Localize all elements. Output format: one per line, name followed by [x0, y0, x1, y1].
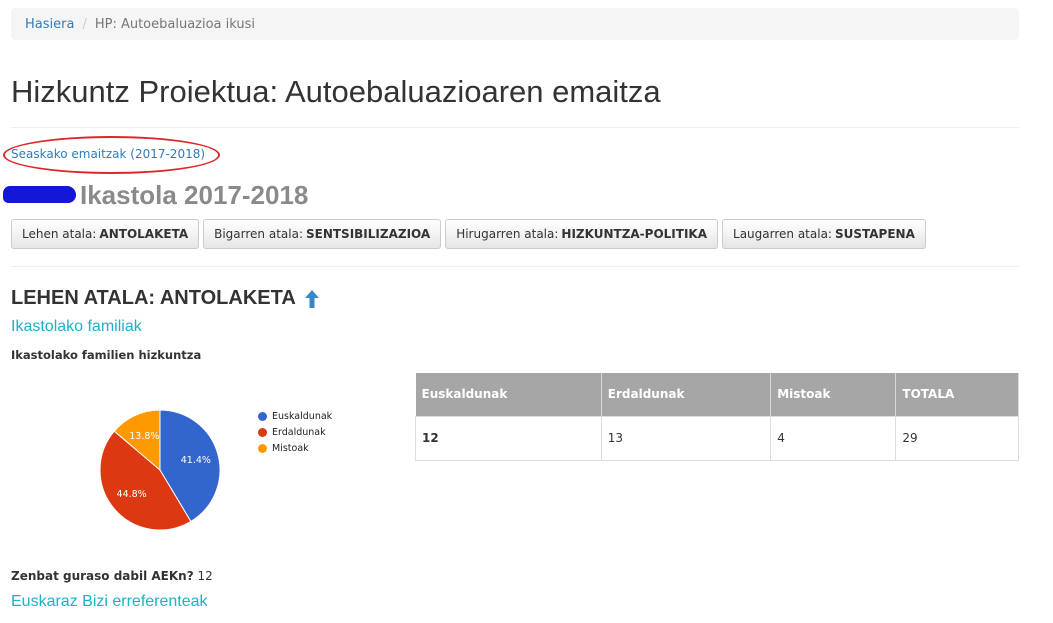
section-heading-text: LEHEN ATALA: ANTOLAKETA	[11, 287, 296, 309]
highlight-ellipse	[3, 136, 220, 174]
section-button-group: Lehen atala: ANTOLAKETA Bigarren atala: SE…	[11, 219, 926, 249]
families-link[interactable]: Ikastolako familiak	[11, 318, 142, 336]
legend-label: Euskaldunak	[272, 410, 333, 422]
pie-chart: 41.4% 44.8% 13.8%	[90, 400, 230, 540]
table-cell: 29	[895, 415, 1019, 461]
legend-item: Erdaldunak	[258, 424, 332, 440]
redacted-name	[3, 186, 76, 203]
legend-label: Erdaldunak	[272, 426, 326, 438]
question-label: Zenbat guraso dabil AEKn?	[11, 569, 194, 583]
section-heading: LEHEN ATALA: ANTOLAKETA	[11, 287, 320, 310]
legend-dot	[258, 443, 267, 453]
section-button-name: SUSTAPENA	[834, 227, 915, 241]
table-header: Euskaldunak	[415, 373, 602, 416]
divider	[11, 127, 1019, 128]
pie-slice-label: 44.8%	[117, 489, 147, 500]
legend-item: Euskaldunak	[258, 408, 332, 424]
families-table: Euskaldunak Erdaldunak Mistoak TOTALA 12…	[415, 373, 1019, 461]
legend-dot	[258, 427, 267, 437]
table-header: Erdaldunak	[601, 373, 772, 416]
section-button-prefix: Laugarren atala:	[733, 227, 832, 241]
chart-legend: Euskaldunak Erdaldunak Mistoak	[258, 408, 332, 456]
parents-question: Zenbat guraso dabil AEKn? 12	[11, 569, 213, 583]
breadcrumb-home-link[interactable]: Hasiera	[25, 17, 74, 32]
page-title: Hizkuntz Proiektua: Autoebaluazioaren em…	[11, 74, 661, 109]
breadcrumb-current: HP: Autoebaluazioa ikusi	[94, 16, 256, 32]
breadcrumb-separator: /	[82, 16, 87, 32]
table-header: Mistoak	[770, 373, 897, 416]
chart-title: Ikastolako familien hizkuntza	[11, 348, 202, 362]
section-button-prefix: Bigarren atala:	[214, 227, 303, 241]
question-value: 12	[197, 569, 213, 583]
section-button-2[interactable]: Bigarren atala: SENTSIBILIZAZIOA	[203, 219, 442, 249]
section-button-prefix: Hirugarren atala:	[456, 227, 559, 241]
breadcrumb: Hasiera / HP: Autoebaluazioa ikusi	[11, 8, 1019, 40]
section-button-1[interactable]: Lehen atala: ANTOLAKETA	[11, 219, 200, 249]
pie-chart-svg: 41.4% 44.8% 13.8%	[99, 409, 221, 531]
euskaraz-bizi-link[interactable]: Euskaraz Bizi erreferenteak	[11, 593, 208, 611]
section-button-prefix: Lehen atala:	[22, 227, 97, 241]
section-button-name: ANTOLAKETA	[99, 227, 189, 241]
pie-slice-label: 13.8%	[129, 431, 159, 442]
school-title: Ikastola 2017-2018	[80, 180, 309, 210]
section-button-3[interactable]: Hirugarren atala: HIZKUNTZA-POLITIKA	[445, 219, 719, 249]
section-button-name: HIZKUNTZA-POLITIKA	[561, 227, 708, 241]
table-header: TOTALA	[895, 373, 1019, 416]
table-cell: 12	[415, 415, 602, 461]
table-cell: 13	[600, 415, 772, 461]
section-button-4[interactable]: Laugarren atala: SUSTAPENA	[722, 219, 926, 249]
pie-slice-label: 41.4%	[181, 455, 211, 466]
divider	[11, 266, 1019, 267]
table-row: 12 13 4 29	[415, 415, 1019, 461]
table-cell: 4	[770, 415, 897, 461]
arrow-up-icon[interactable]	[304, 289, 320, 309]
legend-dot	[258, 411, 267, 421]
legend-label: Mistoak	[272, 442, 309, 454]
section-button-name: SENTSIBILIZAZIOA	[305, 227, 431, 241]
table-header-row: Euskaldunak Erdaldunak Mistoak TOTALA	[415, 373, 1019, 416]
legend-item: Mistoak	[258, 440, 332, 456]
